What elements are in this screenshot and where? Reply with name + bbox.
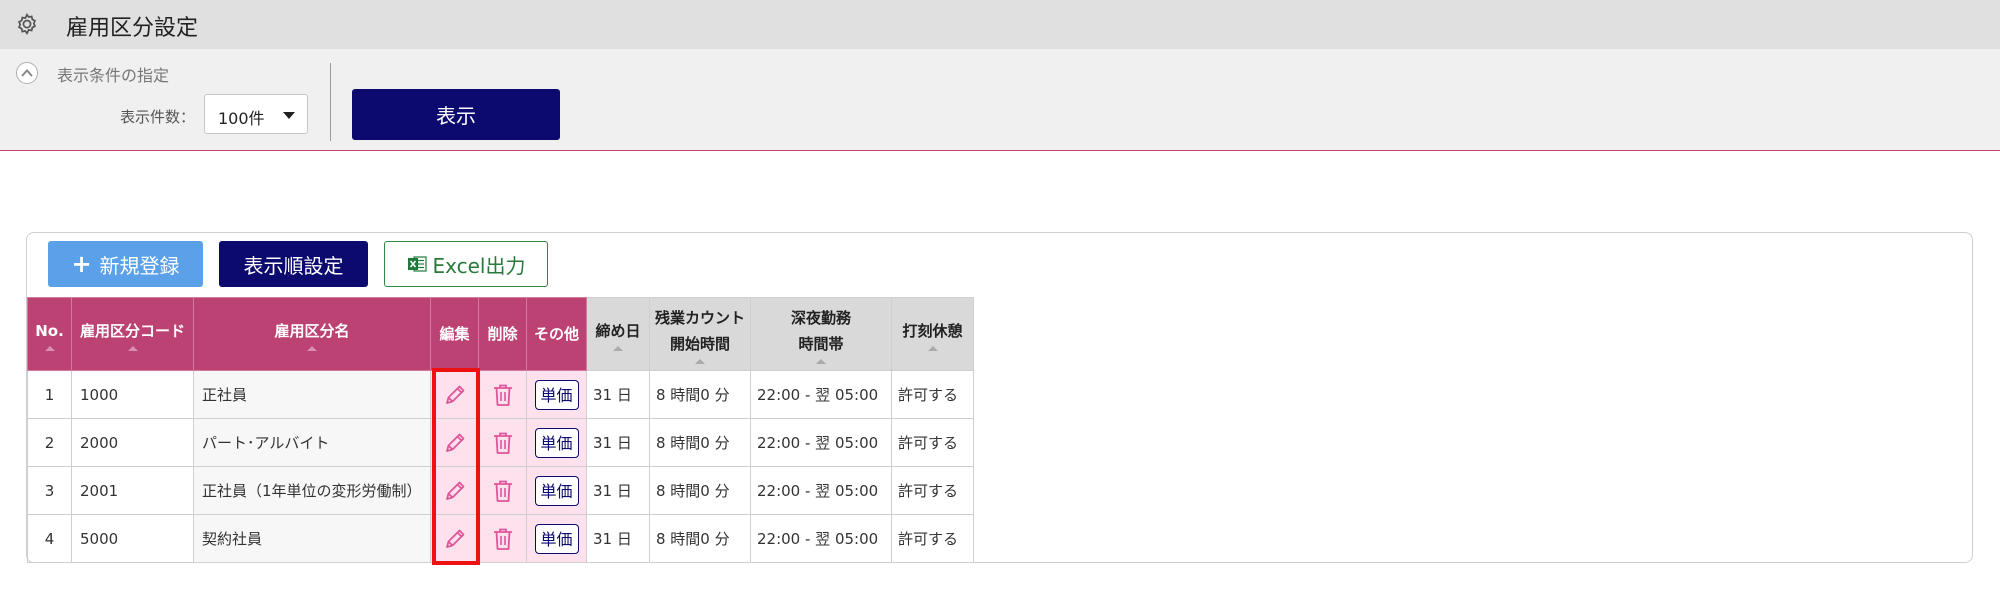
col-header-no[interactable]: No.: [27, 297, 72, 371]
sort-icon[interactable]: [307, 345, 317, 351]
trash-delete-icon[interactable]: [491, 478, 515, 504]
sort-icon[interactable]: [695, 358, 705, 364]
pencil-edit-icon[interactable]: [442, 382, 468, 408]
row-no: 4: [27, 514, 72, 563]
page-title: 雇用区分設定: [66, 16, 199, 41]
row-night: 22:00 - 翌 05:00: [750, 370, 892, 419]
row-code: 2000: [71, 418, 194, 467]
show-button[interactable]: 表示: [352, 89, 560, 140]
delete-cell[interactable]: [478, 466, 527, 515]
row-closing: 31 日: [586, 418, 650, 467]
row-overtime: 8 時間0 分: [649, 514, 751, 563]
row-break: 許可する: [891, 418, 974, 467]
row-night: 22:00 - 翌 05:00: [750, 418, 892, 467]
row-name: パート･アルバイト: [193, 418, 431, 467]
display-order-button[interactable]: 表示順設定: [219, 241, 368, 287]
table-row: 4 5000 契約社員 単価 31 日8 時間0 分 22:00 - 翌 05:00 許可す…: [27, 514, 974, 563]
table-row: 2 2000 パート･アルバイト 単価 31 日8 時間0 分 22:00 - 翌 05:…: [27, 418, 974, 467]
excel-icon: [407, 256, 427, 272]
employment-type-table: No. 雇用区分コード 雇用区分名 編集 削除 その他 締め日 残業カウント 開始…: [27, 297, 974, 563]
excel-export-label: Excel出力: [432, 253, 526, 278]
edit-cell[interactable]: [430, 418, 479, 467]
row-break: 許可する: [891, 514, 974, 563]
row-no: 2: [27, 418, 72, 467]
sort-icon[interactable]: [816, 358, 826, 364]
row-closing: 31 日: [586, 514, 650, 563]
other-cell: 単価: [526, 418, 587, 467]
row-overtime: 8 時間0 分: [649, 370, 751, 419]
collapse-toggle[interactable]: [16, 62, 38, 84]
unit-price-button[interactable]: 単価: [534, 427, 579, 458]
sort-icon[interactable]: [127, 345, 138, 351]
edit-cell[interactable]: [430, 466, 479, 515]
trash-delete-icon[interactable]: [491, 430, 515, 456]
excel-export-button[interactable]: Excel出力: [384, 241, 548, 287]
col-header-break[interactable]: 打刻休憩: [891, 297, 974, 371]
gear-icon[interactable]: [14, 12, 40, 38]
chevron-up-icon: [21, 69, 33, 77]
table-header-row: No. 雇用区分コード 雇用区分名 編集 削除 その他 締め日 残業カウント 開始…: [27, 297, 974, 371]
row-overtime: 8 時間0 分: [649, 466, 751, 515]
edit-cell[interactable]: [430, 514, 479, 563]
row-name: 契約社員: [193, 514, 431, 563]
caret-down-icon: [283, 112, 295, 119]
col-header-overtime[interactable]: 残業カウント 開始時間: [649, 297, 751, 371]
plus-icon: +: [71, 250, 92, 278]
row-closing: 31 日: [586, 370, 650, 419]
unit-price-button[interactable]: 単価: [534, 475, 579, 506]
pencil-edit-icon[interactable]: [442, 430, 468, 456]
pencil-edit-icon[interactable]: [442, 478, 468, 504]
row-name: 正社員: [193, 370, 431, 419]
delete-cell[interactable]: [478, 514, 527, 563]
col-header-night[interactable]: 深夜勤務 時間帯: [750, 297, 892, 371]
col-header-edit: 編集: [430, 297, 479, 371]
delete-cell[interactable]: [478, 418, 527, 467]
row-break: 許可する: [891, 466, 974, 515]
new-register-label: 新規登録: [99, 253, 180, 278]
unit-price-button[interactable]: 単価: [534, 379, 579, 410]
table-row: 3 2001 正社員（1年単位の変形労働制） 単価 31 日8 時間0 分 22:00 -…: [27, 466, 974, 515]
edit-cell[interactable]: [430, 370, 479, 419]
col-header-closing[interactable]: 締め日: [586, 297, 650, 371]
col-header-delete: 削除: [478, 297, 527, 371]
other-cell: 単価: [526, 370, 587, 419]
pencil-edit-icon[interactable]: [442, 526, 468, 552]
trash-delete-icon[interactable]: [491, 526, 515, 552]
trash-delete-icon[interactable]: [491, 382, 515, 408]
table-row: 1 1000 正社員 単価 31 日8 時間0 分 22:00 - 翌 05:00 許可する: [27, 370, 974, 419]
other-cell: 単価: [526, 466, 587, 515]
row-no: 3: [27, 466, 72, 515]
count-select-value: 100件: [218, 109, 265, 128]
sort-icon[interactable]: [613, 345, 623, 351]
row-name: 正社員（1年単位の変形労働制）: [193, 466, 431, 515]
col-header-other: その他: [526, 297, 587, 371]
row-code: 1000: [71, 370, 194, 419]
delete-cell[interactable]: [478, 370, 527, 419]
divider: [330, 63, 331, 141]
row-night: 22:00 - 翌 05:00: [750, 514, 892, 563]
count-label: 表示件数：: [120, 108, 196, 126]
row-no: 1: [27, 370, 72, 419]
row-overtime: 8 時間0 分: [649, 418, 751, 467]
row-closing: 31 日: [586, 466, 650, 515]
new-register-button[interactable]: + 新規登録: [48, 241, 203, 287]
col-header-name[interactable]: 雇用区分名: [193, 297, 431, 371]
row-code: 5000: [71, 514, 194, 563]
display-conditions-panel: 表示条件の指定 表示件数： 100件 表示: [0, 49, 2000, 151]
col-header-code[interactable]: 雇用区分コード: [71, 297, 194, 371]
row-break: 許可する: [891, 370, 974, 419]
count-select[interactable]: 100件: [204, 94, 308, 134]
conditions-section-label: 表示条件の指定: [57, 66, 170, 85]
sort-icon[interactable]: [927, 345, 938, 351]
row-code: 2001: [71, 466, 194, 515]
other-cell: 単価: [526, 514, 587, 563]
row-night: 22:00 - 翌 05:00: [750, 466, 892, 515]
page-header: 雇用区分設定: [0, 0, 2000, 49]
sort-icon[interactable]: [44, 345, 55, 351]
unit-price-button[interactable]: 単価: [534, 523, 579, 554]
